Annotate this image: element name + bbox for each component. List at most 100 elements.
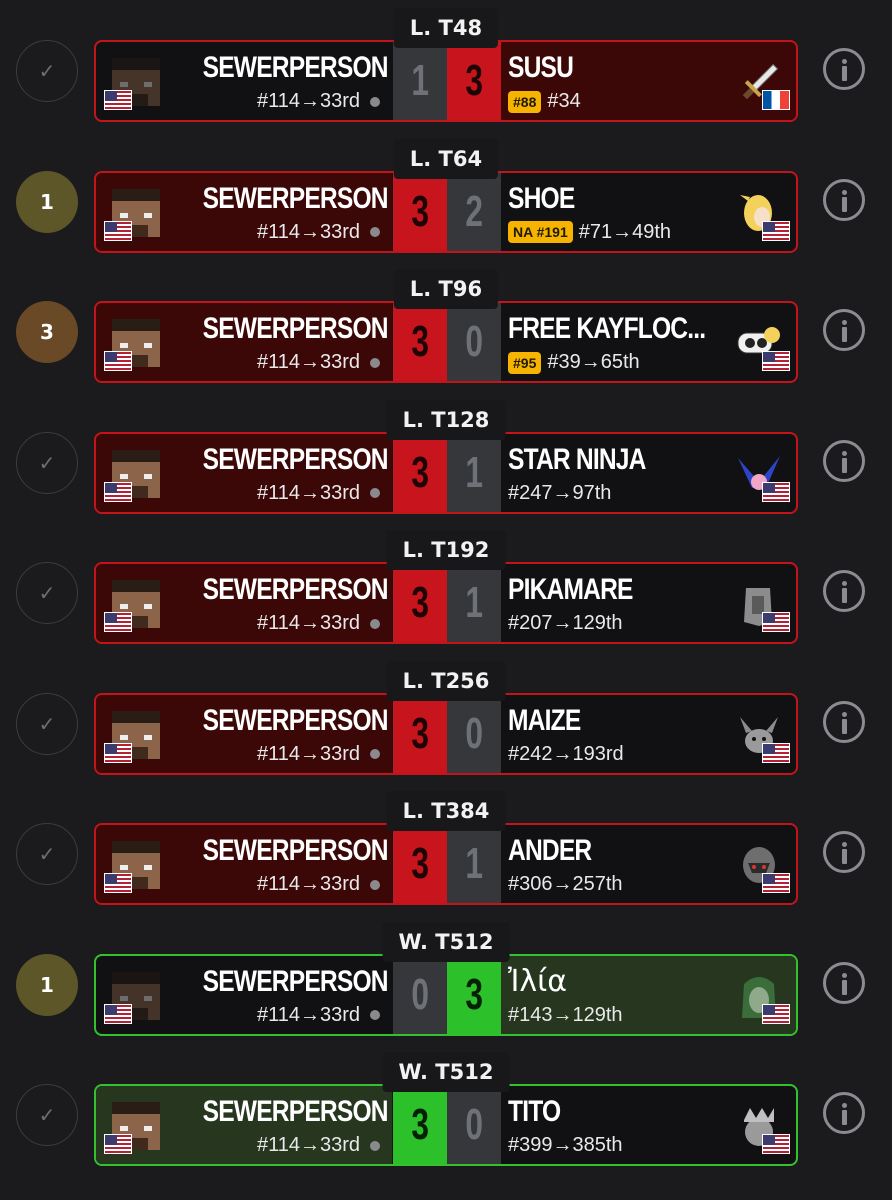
player-rank: #114→33rd xyxy=(257,743,380,766)
opponent-rank: #306→257th xyxy=(508,873,623,896)
match-card[interactable]: SEWERPERSON #114→33rd 3 0 FREE KAYFLOC..… xyxy=(94,301,798,383)
player-score: 3 xyxy=(393,303,447,381)
usa-flag-icon xyxy=(104,90,132,110)
usa-flag-icon xyxy=(104,1134,132,1154)
opponent-rank-text: #39→65th xyxy=(547,351,640,373)
status-dot-icon xyxy=(370,618,380,629)
usa-flag-icon xyxy=(104,612,132,632)
player-score: 3 xyxy=(393,564,447,642)
opponent-rank: #207→129th xyxy=(508,612,623,635)
match-row: ✓ SEWERPERSON #114→33rd 3 1 PIKAMARE #20… xyxy=(0,524,892,655)
player-score: 0 xyxy=(393,955,447,1034)
opponent-score: 0 xyxy=(447,694,501,773)
usa-flag-icon xyxy=(762,873,790,893)
player-rank: #114→33rd xyxy=(257,612,380,635)
player-name: SEWERPERSON xyxy=(202,51,389,84)
opponent-name: PIKAMARE xyxy=(508,573,633,606)
player-name: SEWERPERSON xyxy=(202,834,389,867)
usa-flag-icon xyxy=(762,1003,790,1024)
usa-flag-icon xyxy=(762,481,790,502)
opponent-score: 0 xyxy=(447,303,501,381)
placement-badge[interactable]: 1 xyxy=(16,170,78,233)
status-dot-icon xyxy=(370,96,380,107)
usa-flag-icon xyxy=(104,220,132,241)
player-rank: #114→33rd xyxy=(257,1004,380,1027)
status-dot-icon xyxy=(370,749,380,759)
player-rank-text: #114→33rd xyxy=(256,90,360,112)
check-status-icon[interactable]: ✓ xyxy=(16,1084,78,1146)
opponent-name: SUSU xyxy=(508,51,574,84)
player-score: 3 xyxy=(393,1086,447,1164)
usa-flag-icon xyxy=(762,220,790,241)
match-row: 3 SEWERPERSON #114→33rd 3 0 FREE KAYFLOC… xyxy=(0,263,892,394)
info-icon[interactable] xyxy=(823,439,865,482)
usa-flag-icon xyxy=(762,351,790,371)
opponent-rank: #88 #34 xyxy=(508,90,581,113)
usa-flag-icon xyxy=(762,742,790,763)
player-rank-text: #114→33rd xyxy=(256,873,360,895)
opponent-name: MAIZE xyxy=(508,703,581,737)
round-label: L. T384 xyxy=(386,791,506,831)
opponent-rank: #143→129th xyxy=(508,1004,623,1027)
opponent-score: 0 xyxy=(447,1086,501,1164)
check-status-icon[interactable]: ✓ xyxy=(16,823,78,885)
match-card[interactable]: SEWERPERSON #114→33rd 0 3 Ἰλία #143→129t… xyxy=(94,953,798,1036)
placement-badge[interactable]: 1 xyxy=(16,953,78,1016)
status-dot-icon xyxy=(370,488,380,498)
player-rank: #114→33rd xyxy=(257,351,380,374)
match-card[interactable]: SEWERPERSON #114→33rd 3 1 PIKAMARE #207→… xyxy=(94,562,798,644)
opponent-name: SHOE xyxy=(508,181,575,215)
player-rank-text: #114→33rd xyxy=(256,220,360,243)
match-card[interactable]: SEWERPERSON #114→33rd 1 3 SUSU #88 #34 xyxy=(94,40,798,122)
player-score: 3 xyxy=(393,433,447,512)
player-name: SEWERPERSON xyxy=(202,312,389,345)
info-icon[interactable] xyxy=(823,1092,865,1134)
info-icon[interactable] xyxy=(823,831,865,873)
match-row: ✓ SEWERPERSON #114→33rd 3 0 MAIZE #242→1… xyxy=(0,655,892,786)
match-card[interactable]: SEWERPERSON #114→33rd 3 0 MAIZE #242→193… xyxy=(94,692,798,775)
match-card[interactable]: SEWERPERSON #114→33rd 3 1 STAR NINJA #24… xyxy=(94,431,798,514)
status-dot-icon xyxy=(370,879,380,890)
seed-badge: NA #191 xyxy=(508,221,573,243)
usa-flag-icon xyxy=(762,612,790,632)
info-icon[interactable] xyxy=(823,48,865,90)
placement-badge[interactable]: 3 xyxy=(16,301,78,363)
opponent-score: 1 xyxy=(447,433,501,512)
usa-flag-icon xyxy=(762,1134,790,1154)
info-icon[interactable] xyxy=(823,700,865,743)
info-icon[interactable] xyxy=(823,570,865,612)
check-status-icon[interactable]: ✓ xyxy=(16,692,78,755)
match-card[interactable]: SEWERPERSON #114→33rd 3 2 SHOE NA #191 #… xyxy=(94,170,798,253)
round-label: L. T128 xyxy=(386,399,506,440)
round-label: L. T256 xyxy=(386,660,506,701)
player-rank: #114→33rd xyxy=(257,1134,380,1157)
opponent-score: 1 xyxy=(447,564,501,642)
seed-badge: #88 xyxy=(508,90,542,113)
opponent-score: 2 xyxy=(447,172,501,251)
info-icon[interactable] xyxy=(823,961,865,1004)
player-score: 3 xyxy=(393,694,447,773)
info-icon[interactable] xyxy=(823,178,865,221)
player-rank-text: #114→33rd xyxy=(256,742,360,765)
match-row: ✓ SEWERPERSON #114→33rd 3 0 TITO #399→38… xyxy=(0,1046,892,1177)
status-dot-icon xyxy=(370,1140,380,1151)
info-icon[interactable] xyxy=(823,309,865,351)
match-card[interactable]: SEWERPERSON #114→33rd 3 0 TITO #399→385t… xyxy=(94,1084,798,1166)
match-row: 1 SEWERPERSON #114→33rd 0 3 Ἰλία #143→12… xyxy=(0,916,892,1047)
france-flag-icon xyxy=(762,90,790,110)
match-card[interactable]: SEWERPERSON #114→33rd 3 1 ANDER #306→257… xyxy=(94,823,798,905)
opponent-rank: #242→193rd xyxy=(508,743,624,766)
opponent-name: TITO xyxy=(508,1095,561,1128)
opponent-rank-text: #242→193rd xyxy=(508,742,624,765)
check-status-icon[interactable]: ✓ xyxy=(16,40,78,102)
usa-flag-icon xyxy=(104,481,132,502)
player-score: 3 xyxy=(393,172,447,251)
player-name: SEWERPERSON xyxy=(202,181,389,215)
opponent-rank-text: #399→385th xyxy=(508,1134,623,1156)
seed-badge: #95 xyxy=(508,351,542,374)
opponent-name: FREE KAYFLOC... xyxy=(508,312,706,345)
player-name: SEWERPERSON xyxy=(202,573,389,606)
check-status-icon[interactable]: ✓ xyxy=(16,562,78,624)
check-status-icon[interactable]: ✓ xyxy=(16,431,78,494)
usa-flag-icon xyxy=(104,351,132,371)
